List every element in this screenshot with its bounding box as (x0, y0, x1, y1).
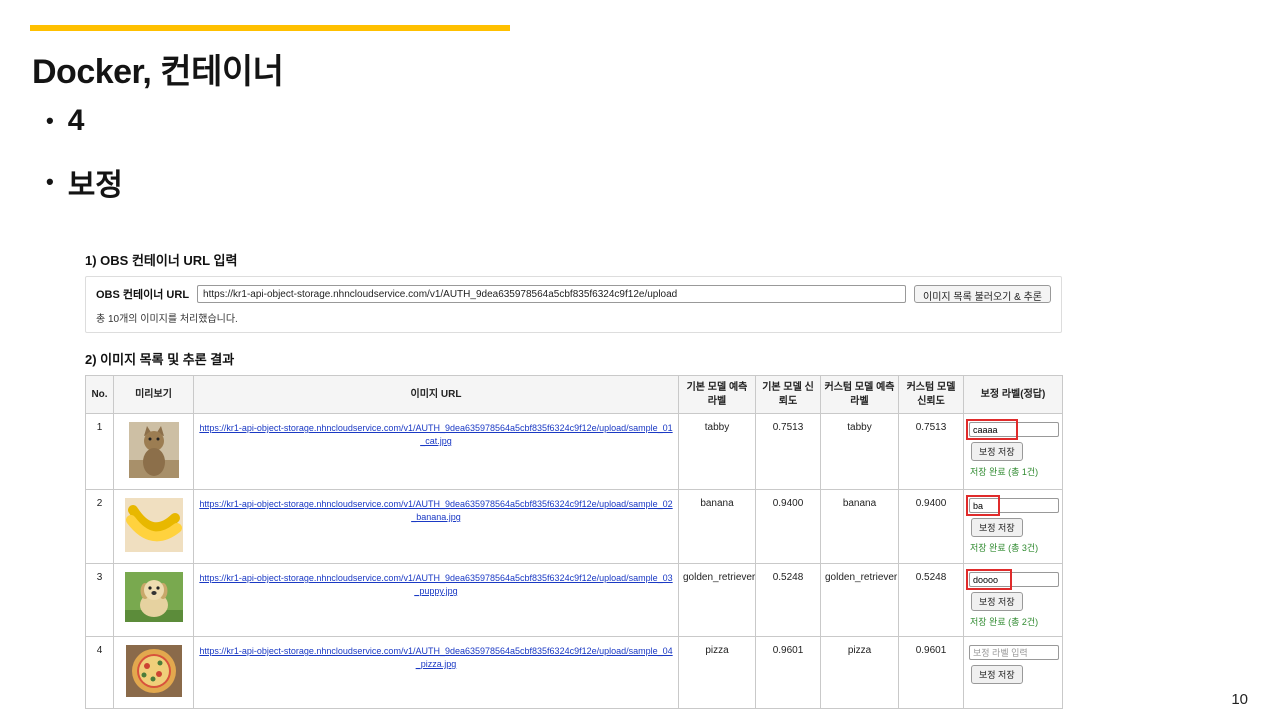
obs-url-input[interactable] (197, 285, 907, 303)
header-correction-label: 보정 라벨(정답) (963, 375, 1063, 414)
image-url-link[interactable]: https://kr1-api-object-storage.nhnclouds… (199, 499, 672, 522)
table-row: 2 https://kr1-api-object-storage.nhnclou… (85, 489, 1063, 564)
base-model-label: banana (678, 489, 756, 564)
header-preview: 미리보기 (113, 375, 194, 414)
correction-input-wrap (969, 645, 1059, 660)
bullet-dot: • (46, 108, 54, 133)
cat-thumbnail (128, 422, 179, 478)
row-number: 1 (85, 413, 114, 490)
presentation-slide: Docker, 컨테이너 • 4 • 보정 1) OBS 컨테이너 URL 입력… (0, 0, 1280, 720)
bullet-text: 4 (67, 104, 85, 137)
image-url-cell: https://kr1-api-object-storage.nhnclouds… (193, 413, 679, 490)
inference-result-table: No. 미리보기 이미지 URL 기본 모델 예측 라벨 기본 모델 신뢰도 커… (85, 375, 1063, 709)
base-model-confidence: 0.5248 (755, 563, 821, 637)
correction-input-wrap (966, 495, 1059, 516)
preview-cell (113, 413, 194, 490)
preview-cell (113, 563, 194, 637)
header-base-confidence: 기본 모델 신뢰도 (755, 375, 821, 414)
image-url-link[interactable]: https://kr1-api-object-storage.nhnclouds… (199, 646, 672, 669)
processing-status: 총 10개의 이미지를 처리했습니다. (96, 314, 238, 325)
correction-cell: 보정 저장 저장 완료 (총 2건) (963, 563, 1063, 637)
header-base-label: 기본 모델 예측 라벨 (678, 375, 756, 414)
saved-status: 저장 완료 (총 2건) (970, 617, 1039, 627)
correction-input-wrap (966, 569, 1059, 590)
image-url-link[interactable]: https://kr1-api-object-storage.nhnclouds… (199, 423, 672, 446)
table-header-row: No. 미리보기 이미지 URL 기본 모델 예측 라벨 기본 모델 신뢰도 커… (85, 375, 1063, 414)
embedded-app-screenshot: 1) OBS 컨테이너 URL 입력 OBS 컨테이너 URL 이미지 목록 불… (85, 250, 1063, 709)
correction-cell: 보정 저장 저장 완료 (총 3건) (963, 489, 1063, 564)
section2-title: 2) 이미지 목록 및 추론 결과 (85, 352, 235, 367)
correction-input[interactable] (969, 422, 1059, 437)
header-no: No. (85, 375, 114, 414)
banana-thumbnail (124, 498, 183, 552)
row-number: 4 (85, 636, 114, 709)
bullet-list: • 4 • 보정 (46, 104, 123, 226)
bullet-item: • 4 (46, 104, 123, 138)
custom-model-confidence: 0.9601 (898, 636, 964, 709)
base-model-confidence: 0.9601 (755, 636, 821, 709)
save-correction-button[interactable]: 보정 저장 (971, 518, 1023, 537)
saved-status: 저장 완료 (총 1건) (970, 467, 1039, 477)
slide-title: Docker, 컨테이너 (32, 53, 284, 91)
custom-model-confidence: 0.5248 (898, 563, 964, 637)
base-model-label: golden_retriever (678, 563, 756, 637)
save-correction-button[interactable]: 보정 저장 (971, 665, 1023, 684)
accent-bar (30, 25, 510, 31)
obs-url-form: OBS 컨테이너 URL 이미지 목록 불러오기 & 추론 총 10개의 이미지… (85, 276, 1062, 333)
correction-input-wrap (966, 419, 1059, 440)
bullet-dot: • (46, 169, 54, 194)
puppy-thumbnail (124, 572, 183, 622)
base-model-confidence: 0.7513 (755, 413, 821, 490)
image-url-cell: https://kr1-api-object-storage.nhnclouds… (193, 489, 679, 564)
custom-model-label: banana (820, 489, 899, 564)
section1-title: 1) OBS 컨테이너 URL 입력 (85, 253, 238, 268)
header-custom-label: 커스텀 모델 예측 라벨 (820, 375, 899, 414)
image-url-cell: https://kr1-api-object-storage.nhnclouds… (193, 563, 679, 637)
image-url-cell: https://kr1-api-object-storage.nhnclouds… (193, 636, 679, 709)
page-number: 10 (1231, 691, 1248, 708)
base-model-label: tabby (678, 413, 756, 490)
row-number: 2 (85, 489, 114, 564)
bullet-item: • 보정 (46, 160, 123, 204)
correction-cell: 보정 저장 저장 완료 (총 1건) (963, 413, 1063, 490)
custom-model-confidence: 0.7513 (898, 413, 964, 490)
bullet-text: 보정 (67, 169, 123, 202)
save-correction-button[interactable]: 보정 저장 (971, 442, 1023, 461)
table-row: 3 https://kr1-api-object-storage.nhnclou… (85, 563, 1063, 637)
custom-model-confidence: 0.9400 (898, 489, 964, 564)
header-image-url: 이미지 URL (193, 375, 679, 414)
image-url-link[interactable]: https://kr1-api-object-storage.nhnclouds… (199, 573, 672, 596)
header-custom-confidence: 커스텀 모델 신뢰도 (898, 375, 964, 414)
custom-model-label: pizza (820, 636, 899, 709)
saved-status: 저장 완료 (총 3건) (970, 543, 1039, 553)
obs-url-label: OBS 컨테이너 URL (96, 289, 190, 301)
url-form-row: OBS 컨테이너 URL 이미지 목록 불러오기 & 추론 (96, 285, 1051, 303)
table-row: 4 https://kr1-api-object-storage.nhnclou… (85, 636, 1063, 709)
preview-cell (113, 489, 194, 564)
table-row: 1 https://kr1-api-object-storage.nhnclou… (85, 413, 1063, 490)
correction-cell: 보정 저장 (963, 636, 1063, 709)
correction-input[interactable] (969, 498, 1059, 513)
base-model-confidence: 0.9400 (755, 489, 821, 564)
base-model-label: pizza (678, 636, 756, 709)
correction-input[interactable] (969, 645, 1059, 660)
correction-input[interactable] (969, 572, 1059, 587)
fetch-images-button[interactable]: 이미지 목록 불러오기 & 추론 (914, 285, 1051, 303)
save-correction-button[interactable]: 보정 저장 (971, 592, 1023, 611)
custom-model-label: golden_retriever (820, 563, 899, 637)
custom-model-label: tabby (820, 413, 899, 490)
row-number: 3 (85, 563, 114, 637)
pizza-thumbnail (125, 645, 182, 697)
preview-cell (113, 636, 194, 709)
